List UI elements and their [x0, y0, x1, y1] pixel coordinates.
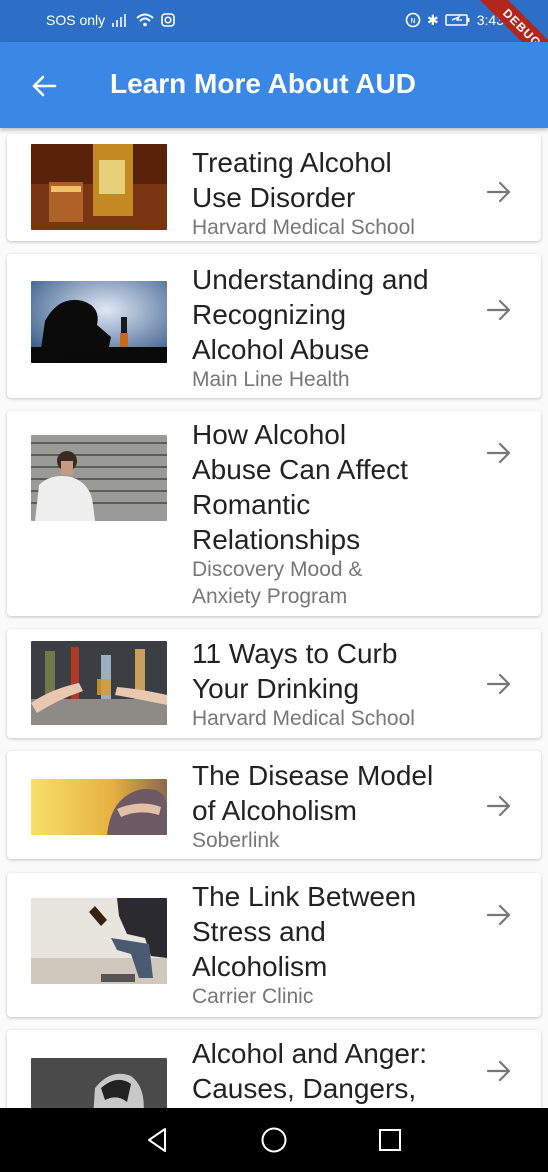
nav-home-button[interactable]: [258, 1124, 290, 1156]
back-button[interactable]: [22, 64, 66, 108]
source-line: Discovery Mood &: [192, 558, 363, 581]
title-line: Romantic: [192, 489, 311, 520]
square-recents-icon: [379, 1129, 401, 1151]
system-nav-bar: [0, 1108, 548, 1172]
article-thumbnail: [31, 1058, 167, 1108]
article-thumbnail: [31, 779, 167, 835]
nav-back-button[interactable]: [141, 1124, 173, 1156]
article-thumbnail: [31, 898, 167, 984]
title-line: Causes, Dangers,: [192, 1073, 417, 1104]
article-source: Harvard Medical School: [192, 216, 415, 239]
title-line: Alcoholism: [192, 951, 328, 982]
arrow-forward-icon: [486, 442, 511, 464]
title-line: of Alcoholism: [192, 795, 357, 826]
title-line: Recognizing: [192, 299, 347, 330]
title-line: The Link Between: [192, 881, 417, 912]
title-line: Abuse Can Affect: [192, 454, 408, 485]
article-source: Harvard Medical School: [192, 707, 415, 730]
arrow-back-icon: [32, 75, 57, 97]
article-source: Discovery Mood & Anxiety Program: [192, 556, 472, 610]
article-title: How Alcohol Abuse Can Affect Romantic Re…: [192, 417, 472, 557]
arrow-forward-icon: [486, 299, 511, 321]
arrow-forward-icon: [486, 795, 511, 817]
status-bar: SOS only N ✱ 3:43 DEBUG: [0, 0, 548, 78]
article-title: Understanding and Recognizing Alcohol Ab…: [192, 262, 472, 367]
article-card[interactable]: The Disease Model of Alcoholism Soberlin…: [7, 751, 541, 859]
instagram-icon: [161, 13, 175, 27]
article-source: Main Line Health: [192, 368, 350, 391]
title-line: Understanding and: [192, 264, 429, 295]
status-right: N ✱ 3:43: [405, 12, 504, 28]
title-line: Your Drinking: [192, 673, 360, 704]
article-thumbnail: [31, 641, 167, 725]
article-title: The Disease Model of Alcoholism: [192, 758, 472, 828]
article-thumbnail: [31, 144, 167, 230]
arrow-forward-icon: [486, 673, 511, 695]
article-card[interactable]: 11 Ways to Curb Your Drinking Harvard Me…: [7, 629, 541, 738]
carrier-label: SOS only: [46, 12, 106, 28]
battery-icon: [445, 14, 470, 26]
bluetooth-icon: ✱: [427, 12, 439, 28]
status-left: SOS only: [46, 12, 175, 28]
article-source: Soberlink: [192, 829, 280, 852]
article-title: Treating Alcohol Use Disorder: [192, 145, 472, 215]
source-line: Anxiety Program: [192, 585, 348, 608]
app-bar: Learn More About AUD: [0, 42, 548, 128]
title-line: Alcohol Abuse: [192, 334, 370, 365]
title-line: The Disease Model: [192, 760, 434, 791]
data-saver-icon: N: [405, 12, 421, 28]
article-title: The Link Between Stress and Alcoholism: [192, 879, 472, 984]
page-title: Learn More About AUD: [110, 68, 416, 99]
title-line: Alcohol and Anger:: [192, 1038, 428, 1069]
article-card[interactable]: Understanding and Recognizing Alcohol Ab…: [7, 254, 541, 398]
article-card[interactable]: The Link Between Stress and Alcoholism C…: [7, 873, 541, 1017]
title-line: How Alcohol: [192, 419, 347, 450]
triangle-back-icon: [148, 1128, 166, 1152]
arrow-forward-icon: [486, 904, 511, 926]
title-line: Stress and: [192, 916, 326, 947]
title-line: Relationships: [192, 524, 361, 555]
article-title: Alcohol and Anger: Causes, Dangers,: [192, 1036, 472, 1106]
article-list: Treating Alcohol Use Disorder Harvard Me…: [0, 128, 548, 1108]
nav-recents-button[interactable]: [374, 1124, 406, 1156]
article-card[interactable]: Treating Alcohol Use Disorder Harvard Me…: [7, 134, 541, 241]
article-title: 11 Ways to Curb Your Drinking: [192, 636, 472, 706]
arrow-forward-icon: [486, 1060, 511, 1082]
title-line: Treating Alcohol: [192, 147, 392, 178]
svg-text:N: N: [410, 17, 415, 25]
article-thumbnail: [31, 435, 167, 521]
article-source: Carrier Clinic: [192, 985, 314, 1008]
arrow-forward-icon: [486, 181, 511, 203]
title-line: 11 Ways to Curb: [192, 638, 398, 669]
circle-home-icon: [261, 1127, 287, 1153]
signal-icon: [112, 14, 127, 27]
article-card[interactable]: How Alcohol Abuse Can Affect Romantic Re…: [7, 411, 541, 616]
article-thumbnail: [31, 281, 167, 363]
article-card[interactable]: Alcohol and Anger: Causes, Dangers,: [7, 1030, 541, 1108]
wifi-icon: [136, 13, 154, 27]
title-line: Use Disorder: [192, 182, 356, 213]
